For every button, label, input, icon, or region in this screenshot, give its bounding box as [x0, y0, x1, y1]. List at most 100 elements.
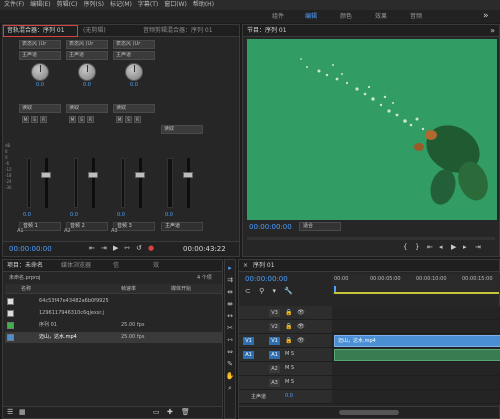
step-back-icon[interactable]: ◂: [439, 243, 443, 251]
input-select[interactable]: 表态风 (Ur: [66, 40, 108, 49]
hand-tool-icon[interactable]: ✋: [226, 372, 235, 381]
track-lane-master[interactable]: [332, 390, 500, 404]
menu-title[interactable]: 字幕(T): [138, 0, 158, 10]
mute-solo-toggles[interactable]: M S: [285, 379, 294, 385]
mark-out-icon[interactable]: }: [415, 243, 419, 251]
track-label[interactable]: 主声道: [251, 393, 266, 400]
fader-track[interactable]: [139, 158, 142, 208]
track-select-tool-icon[interactable]: ⇉: [226, 276, 235, 285]
play-in-out-icon[interactable]: ⇿: [124, 244, 130, 252]
fader-handle[interactable]: [88, 172, 98, 178]
video-clip[interactable]: 迈山，达水.mp4: [334, 335, 500, 347]
column-name[interactable]: 名称: [21, 285, 31, 292]
pan-knob[interactable]: [78, 63, 96, 81]
fader-track[interactable]: [92, 158, 95, 208]
selection-tool-icon[interactable]: ▸: [226, 264, 235, 273]
output-select[interactable]: 主声道: [113, 51, 155, 60]
timeline-timecode[interactable]: 00:00:00:00: [245, 275, 288, 283]
record-button[interactable]: R: [87, 116, 94, 123]
eye-icon[interactable]: 👁: [297, 337, 305, 344]
icon-view-icon[interactable]: ▦: [19, 408, 26, 416]
lock-icon[interactable]: 🔒: [285, 337, 292, 344]
record-button[interactable]: R: [134, 116, 141, 123]
new-item-icon[interactable]: ✚: [167, 408, 173, 416]
automation-select[interactable]: 读取: [19, 104, 61, 113]
workspace-color[interactable]: 颜色: [340, 12, 352, 21]
tab-sequence[interactable]: 序列 01: [253, 262, 275, 270]
mute-button[interactable]: M: [69, 116, 76, 123]
track-lane-v2[interactable]: [332, 320, 500, 334]
menu-edit[interactable]: 编辑(E): [30, 0, 50, 10]
tab-program[interactable]: 节目：序列 01: [247, 27, 287, 35]
go-out-icon[interactable]: ⇥: [475, 243, 481, 251]
input-select[interactable]: 表态风 (Ur: [113, 40, 155, 49]
fader-handle[interactable]: [183, 172, 193, 178]
lock-icon[interactable]: 🔒: [285, 323, 292, 330]
track-label[interactable]: A2: [269, 365, 280, 373]
scrub-bar[interactable]: [247, 237, 495, 240]
source-patch[interactable]: A1: [243, 351, 254, 359]
solo-button[interactable]: S: [78, 116, 85, 123]
output-select[interactable]: 主声道: [66, 51, 108, 60]
automation-select[interactable]: 读取: [161, 125, 203, 134]
workspace-audio[interactable]: 音频: [410, 12, 422, 21]
timeline-scrollbar[interactable]: [239, 406, 499, 418]
lock-icon[interactable]: 🔒: [285, 309, 292, 316]
menu-marker[interactable]: 标记(M): [110, 0, 132, 10]
go-in-icon[interactable]: ⇤: [427, 243, 433, 251]
master-volume[interactable]: 0.0: [285, 393, 293, 399]
new-bin-icon[interactable]: ▭: [153, 408, 160, 416]
list-item[interactable]: 序列 01 25.00 fps: [5, 320, 222, 331]
mixer-timecode-current[interactable]: 00:00:00:00: [9, 245, 52, 253]
track-label[interactable]: A3: [269, 379, 280, 387]
play-icon[interactable]: ▶: [113, 244, 118, 252]
linked-selection-icon[interactable]: ⚲: [259, 287, 264, 295]
track-lane-v1[interactable]: 迈山，达水.mp4: [332, 334, 500, 348]
eye-icon[interactable]: 👁: [297, 323, 305, 330]
slide-tool-icon[interactable]: ⇔: [226, 348, 235, 357]
column-media-start[interactable]: 媒体开始: [171, 285, 191, 292]
menu-sequence[interactable]: 序列(S): [84, 0, 105, 10]
menu-clip[interactable]: 剪辑(C): [57, 0, 78, 10]
fader-handle[interactable]: [41, 172, 51, 178]
input-select[interactable]: 表态风 (Ur: [19, 40, 61, 49]
tab-no-clip[interactable]: (无剪辑): [83, 27, 106, 35]
eye-icon[interactable]: 👁: [297, 309, 305, 316]
zoom-select[interactable]: 适合: [299, 222, 341, 231]
mute-button[interactable]: M: [116, 116, 123, 123]
list-item[interactable]: 1296117946310c6qjexsr.j: [5, 308, 222, 319]
play-button-icon[interactable]: ▶: [451, 243, 456, 251]
solo-button[interactable]: S: [125, 116, 132, 123]
list-item[interactable]: 迈山，达水.mp4 25.00 fps: [5, 332, 222, 343]
track-label[interactable]: V3: [269, 309, 280, 317]
audio-clip[interactable]: [334, 349, 500, 361]
panel-menu-icon[interactable]: »: [490, 26, 495, 35]
mute-solo-toggles[interactable]: M S: [285, 365, 294, 371]
add-marker-icon[interactable]: ▾: [272, 287, 276, 295]
workspace-assembly[interactable]: 组件: [272, 12, 284, 21]
menu-file[interactable]: 文件(F): [4, 0, 24, 10]
fader-track[interactable]: [45, 158, 48, 208]
work-area-bar[interactable]: [334, 292, 499, 294]
tab-effects[interactable]: 效: [153, 262, 159, 270]
track-lane-a2[interactable]: [332, 362, 500, 376]
list-item[interactable]: 64c53f47e43482a6b0f9925: [5, 296, 222, 307]
rolling-edit-tool-icon[interactable]: ⇼: [226, 300, 235, 309]
tab-media-browser[interactable]: 媒体浏览器: [61, 262, 91, 270]
track-label[interactable]: V2: [269, 323, 280, 331]
chevron-right-icon[interactable]: »: [483, 11, 489, 21]
source-patch[interactable]: V1: [243, 337, 254, 345]
mute-button[interactable]: M: [22, 116, 29, 123]
track-label[interactable]: A1: [269, 351, 280, 359]
scroll-thumb[interactable]: [339, 410, 399, 415]
loop-icon[interactable]: ↺: [136, 244, 142, 252]
menu-window[interactable]: 窗口(W): [164, 0, 187, 10]
column-framerate[interactable]: 帧速率: [121, 285, 136, 292]
razor-tool-icon[interactable]: ✂: [226, 324, 235, 333]
pan-knob[interactable]: [31, 63, 49, 81]
delete-icon[interactable]: 🗑: [181, 408, 190, 416]
record-icon[interactable]: ●: [148, 244, 154, 252]
to-out-icon[interactable]: ⇥: [101, 244, 107, 252]
ripple-edit-tool-icon[interactable]: ⇹: [226, 288, 235, 297]
workspace-effects[interactable]: 效果: [375, 12, 387, 21]
